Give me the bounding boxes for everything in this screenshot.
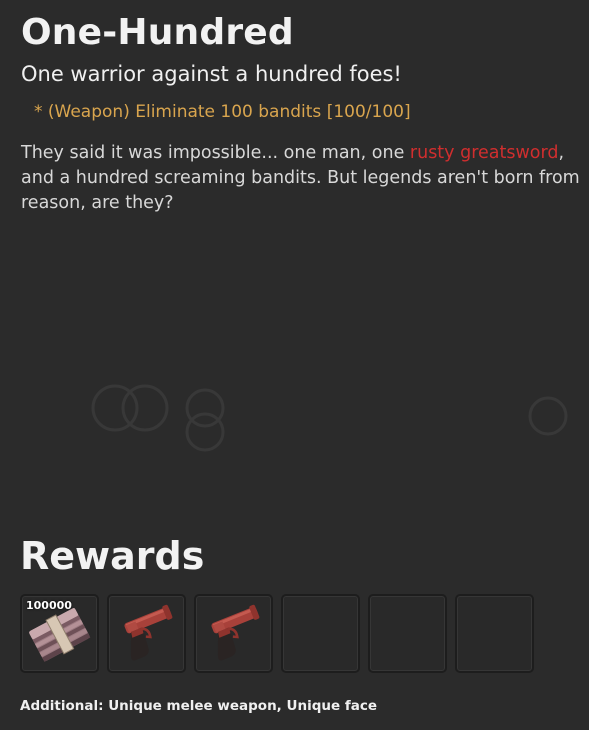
- description-text: They said it was impossible... one man, …: [21, 143, 410, 163]
- reward-slots: 100000: [20, 594, 534, 673]
- reward-slot-cash[interactable]: 100000: [20, 594, 99, 673]
- additional-rewards: Additional: Unique melee weapon, Unique …: [20, 698, 377, 714]
- reward-slot-flare-gun[interactable]: [194, 594, 273, 673]
- background-watermark: [91, 384, 568, 452]
- reward-count: 100000: [26, 599, 72, 612]
- quest-title: One-Hundred: [21, 12, 294, 53]
- highlighted-item-name: rusty greatsword: [409, 143, 559, 163]
- rewards-heading: Rewards: [20, 534, 205, 578]
- reward-slot-flare-gun[interactable]: [107, 594, 186, 673]
- reward-slot-empty[interactable]: [368, 594, 447, 673]
- reward-slot-empty[interactable]: [281, 594, 360, 673]
- quest-subtitle: One warrior against a hundred foes!: [21, 62, 402, 86]
- flare-gun-icon: [211, 604, 260, 661]
- quest-description: They said it was impossible... one man, …: [21, 141, 581, 216]
- flare-gun-icon: [124, 604, 173, 661]
- quest-objective: * (Weapon) Eliminate 100 bandits [100/10…: [34, 102, 411, 122]
- reward-slot-empty[interactable]: [455, 594, 534, 673]
